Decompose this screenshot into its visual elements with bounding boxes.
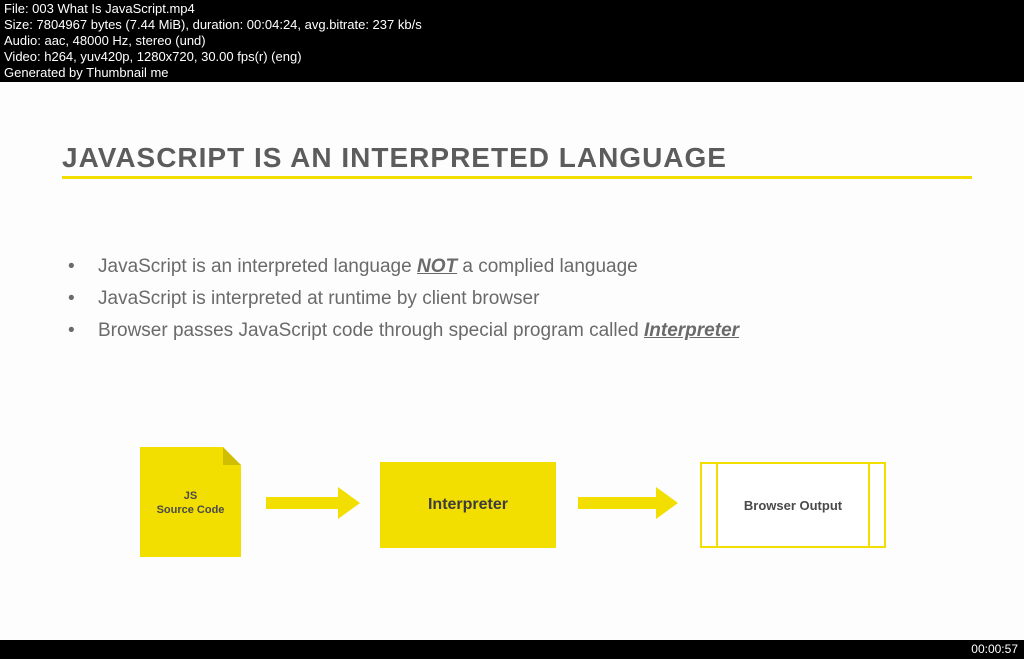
slide-frame: JAVASCRIPT IS AN INTERPRETED LANGUAGE • … (0, 82, 1024, 640)
page-fold-icon (223, 447, 241, 465)
bullet-list: • JavaScript is an interpreted language … (62, 252, 942, 348)
meta-audio: Audio: aac, 48000 Hz, stereo (und) (4, 33, 1020, 49)
arrow-right-icon (578, 493, 678, 513)
meta-file: File: 003 What Is JavaScript.mp4 (4, 1, 1020, 17)
title-underline (62, 176, 972, 179)
timestamp-footer: 00:00:57 (0, 640, 1024, 659)
bullet-item: • Browser passes JavaScript code through… (62, 316, 942, 346)
arrow-right-icon (266, 493, 360, 513)
slide-title: JAVASCRIPT IS AN INTERPRETED LANGUAGE (62, 142, 972, 174)
bullet-item: • JavaScript is interpreted at runtime b… (62, 284, 942, 314)
meta-video: Video: h264, yuv420p, 1280x720, 30.00 fp… (4, 49, 1020, 65)
bullet-dot-icon: • (62, 316, 98, 346)
meta-size: Size: 7804967 bytes (7.44 MiB), duration… (4, 17, 1020, 33)
metadata-header: File: 003 What Is JavaScript.mp4 Size: 7… (0, 0, 1024, 83)
flow-diagram: JS Source Code Interpreter Browser Outpu… (0, 440, 1024, 580)
js-source-doc-icon: JS Source Code (140, 447, 241, 557)
timestamp: 00:00:57 (971, 642, 1018, 656)
interpreter-box: Interpreter (380, 462, 556, 548)
meta-generated: Generated by Thumbnail me (4, 65, 1020, 81)
bullet-text: JavaScript is an interpreted language NO… (98, 252, 638, 282)
browser-output-box: Browser Output (700, 462, 886, 548)
browser-output-label: Browser Output (702, 464, 884, 546)
bullet-dot-icon: • (62, 284, 98, 314)
js-source-label: JS Source Code (140, 489, 241, 517)
bullet-dot-icon: • (62, 252, 98, 282)
bullet-text: JavaScript is interpreted at runtime by … (98, 284, 539, 314)
bullet-item: • JavaScript is an interpreted language … (62, 252, 942, 282)
bullet-text: Browser passes JavaScript code through s… (98, 316, 739, 346)
